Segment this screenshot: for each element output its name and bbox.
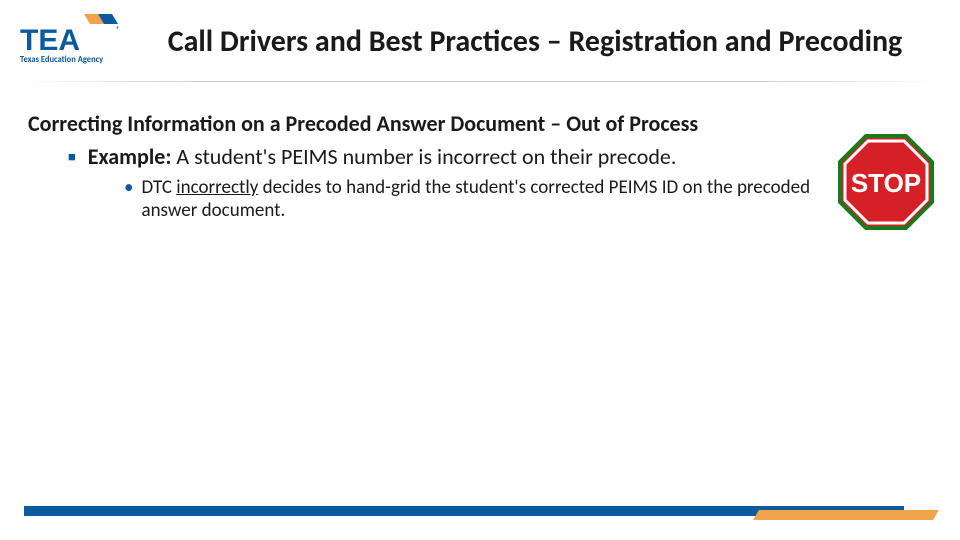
bullet-level-2: • DTC incorrectly decides to hand-grid t…	[124, 176, 814, 224]
title-wrap: Call Drivers and Best Practices – Regist…	[130, 25, 940, 60]
footer-orange-bar	[753, 510, 939, 520]
logo-primary-text: TEA	[20, 24, 80, 57]
bullet-l2-pre: DTC	[141, 176, 176, 199]
slide-header: TEA ® Texas Education Agency Call Driver…	[0, 0, 960, 75]
tea-logo-svg: TEA ® Texas Education Agency	[20, 10, 130, 70]
square-bullet-icon: ▪	[68, 143, 76, 172]
bullet-l2-text: DTC incorrectly decides to hand-grid the…	[141, 176, 814, 224]
bullet-l1-lead: Example:	[88, 143, 172, 170]
slide: TEA ® Texas Education Agency Call Driver…	[0, 0, 960, 540]
slide-body: Correcting Information on a Precoded Ans…	[0, 82, 960, 223]
logo-sub-text: Texas Education Agency	[20, 55, 103, 65]
bullet-level-1: ▪ Example: A student's PEIMS number is i…	[68, 143, 932, 172]
bullet-l1-rest: A student's PEIMS number is incorrect on…	[171, 143, 676, 170]
tea-logo: TEA ® Texas Education Agency	[20, 10, 130, 75]
footer-accent	[0, 506, 960, 522]
stop-sign-label: STOP	[851, 168, 921, 198]
bullet-l1-text: Example: A student's PEIMS number is inc…	[88, 143, 677, 172]
logo-reg-mark: ®	[116, 25, 120, 35]
slide-title: Call Drivers and Best Practices – Regist…	[140, 25, 930, 60]
dot-bullet-icon: •	[124, 176, 133, 224]
section-heading: Correcting Information on a Precoded Ans…	[28, 110, 932, 137]
bullet-l2-underlined: incorrectly	[176, 176, 258, 199]
stop-sign-icon: STOP	[836, 132, 936, 237]
